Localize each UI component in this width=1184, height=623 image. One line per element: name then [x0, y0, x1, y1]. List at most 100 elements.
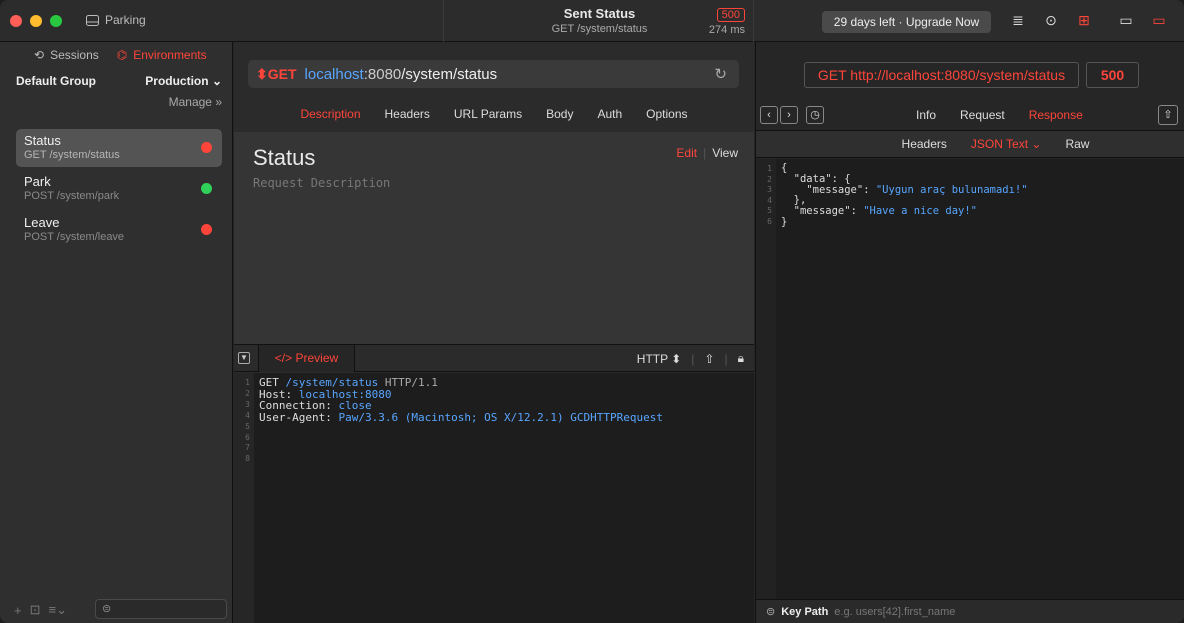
- format-label: HTTP: [636, 351, 668, 366]
- tab-url-params[interactable]: URL Params: [454, 107, 522, 121]
- minimize-window-button[interactable]: [30, 15, 42, 27]
- url-host: localhost: [304, 65, 364, 83]
- environment-select[interactable]: Production ⌄: [145, 74, 222, 88]
- request-name: Park: [24, 174, 51, 189]
- titlebar: Parking Sent Status GET /system/status 5…: [0, 0, 1184, 42]
- subtab-json-text[interactable]: JSON Text ⌄: [971, 131, 1042, 157]
- method-select[interactable]: ⬍GET: [256, 66, 297, 83]
- tab-headers[interactable]: Headers: [385, 107, 430, 121]
- description-placeholder[interactable]: Request Description: [253, 176, 390, 190]
- window-title: Parking: [105, 13, 146, 27]
- response-panel: GET http://localhost:8080/system/status …: [755, 42, 1184, 623]
- share-icon[interactable]: ⇧: [704, 352, 714, 366]
- description-panel: Status Request Description Edit | View: [234, 132, 754, 344]
- key-path-placeholder: e.g. users[42].first_name: [834, 605, 956, 618]
- document-icon: [86, 14, 99, 26]
- clock-icon[interactable]: ◷: [806, 106, 824, 124]
- filter-input[interactable]: ⊜: [95, 599, 227, 619]
- tab-preview[interactable]: </> Preview: [258, 345, 355, 372]
- upgrade-button[interactable]: 29 days left · Upgrade Now: [822, 11, 991, 33]
- tab-body[interactable]: Body: [546, 107, 573, 121]
- subtab-raw[interactable]: Raw: [1065, 131, 1089, 157]
- subtab-json-text-label: JSON Text: [970, 137, 1029, 151]
- request-path: POST /system/park: [24, 190, 120, 202]
- request-path: POST /system/leave: [24, 231, 125, 243]
- filter-icon: ⊜: [766, 606, 776, 618]
- response-tabs: Info Request Response: [916, 108, 1083, 122]
- add-icon[interactable]: +: [14, 603, 22, 618]
- response-status-code: 500: [1086, 62, 1139, 88]
- request-item-park[interactable]: Park POST /system/park: [16, 170, 222, 208]
- subtab-headers[interactable]: Headers: [902, 131, 947, 157]
- collapse-icon[interactable]: ▼: [238, 352, 250, 364]
- request-tabs: Description Headers URL Params Body Auth…: [234, 107, 754, 121]
- edit-button[interactable]: Edit: [676, 146, 697, 160]
- sidebar-tabs: ⟲ Sessions ⌬ Environments: [34, 48, 207, 62]
- tab-environments[interactable]: ⌬ Environments: [117, 48, 207, 62]
- preview-label: Preview: [295, 351, 339, 365]
- raw-request-view: 12345678 GET /system/status HTTP/1.1 Hos…: [234, 373, 754, 623]
- tab-request[interactable]: Request: [960, 108, 1005, 122]
- tab-sessions[interactable]: ⟲ Sessions: [34, 48, 99, 62]
- preview-toolbar: ▼ </> Preview HTTP ⬍ | ⇧ | 🔒︎: [234, 344, 754, 372]
- document-title: Parking: [86, 13, 146, 27]
- status-dot-icon: [201, 183, 212, 194]
- reload-icon[interactable]: ↻: [714, 65, 727, 83]
- key-path-label: Key Path: [781, 605, 829, 618]
- history-icon: ⟲: [34, 48, 45, 62]
- environment-value: Production: [145, 74, 209, 88]
- close-window-button[interactable]: [10, 15, 22, 27]
- status-dot-icon: [201, 224, 212, 235]
- toggle-bottom-panel-icon[interactable]: ▭: [1149, 12, 1169, 30]
- filter-icon: ⊜: [102, 603, 112, 615]
- app-window: Parking Sent Status GET /system/status 5…: [0, 0, 1184, 623]
- json-string: "Have a nice day!": [863, 205, 978, 218]
- share-window-icon[interactable]: ⊞: [1074, 12, 1094, 30]
- format-select[interactable]: HTTP ⬍: [637, 352, 682, 366]
- request-title: Status: [253, 145, 316, 170]
- json-key: "message": [793, 205, 851, 218]
- key-path-input[interactable]: ⊜ Key Path e.g. users[42].first_name: [756, 599, 1184, 623]
- manage-button[interactable]: Manage »: [169, 95, 222, 109]
- request-item-leave[interactable]: Leave POST /system/leave: [16, 211, 222, 249]
- lock-icon[interactable]: 🔒︎: [738, 351, 744, 366]
- tab-response[interactable]: Response: [1029, 108, 1083, 122]
- view-button[interactable]: View: [712, 146, 738, 160]
- url-bar[interactable]: ⬍GET localhost:8080/system/status ↻: [248, 60, 739, 88]
- elapsed-time: 274 ms: [708, 24, 745, 36]
- zoom-window-button[interactable]: [50, 15, 62, 27]
- cloud-icon[interactable]: ⊙: [1041, 12, 1061, 30]
- method-label: GET: [267, 65, 297, 82]
- history-nav: ‹ › ◷: [760, 106, 824, 124]
- edit-view-toggle: Edit | View: [676, 146, 738, 160]
- url-port: :8080: [363, 65, 402, 83]
- request-name: Status: [24, 133, 61, 148]
- toggle-sidebar-icon[interactable]: ▭: [1116, 12, 1136, 30]
- sidebar: ⟲ Sessions ⌬ Environments Default Group …: [0, 42, 233, 623]
- environment-group: Default Group: [16, 74, 96, 88]
- url-path: /system/status: [401, 65, 498, 83]
- tab-auth[interactable]: Auth: [597, 107, 622, 121]
- request-item-status[interactable]: Status GET /system/status: [16, 129, 222, 167]
- back-icon[interactable]: ‹: [760, 106, 778, 124]
- tab-description[interactable]: Description: [300, 107, 360, 121]
- json-lines: { "data": { "message": "Uygun araç bulun…: [781, 162, 1028, 228]
- json-response-view: 123456 { "data": { "message": "Uygun ara…: [756, 159, 1184, 599]
- raw-user-agent-key: User-Agent:: [259, 410, 332, 424]
- response-url: GET http://localhost:8080/system/status: [804, 62, 1079, 88]
- export-response-icon[interactable]: ⇧: [1158, 105, 1178, 125]
- tab-info[interactable]: Info: [916, 108, 936, 122]
- tab-options[interactable]: Options: [646, 107, 687, 121]
- raw-request-lines: GET /system/status HTTP/1.1 Host: localh…: [259, 377, 663, 423]
- sent-status-label: Sent Status: [563, 6, 636, 21]
- sort-icon[interactable]: ≡⌄: [49, 602, 67, 618]
- add-group-icon[interactable]: ⊡: [30, 602, 41, 618]
- status-dot-icon: [201, 142, 212, 153]
- line-numbers: 123456: [756, 159, 776, 599]
- sent-status-panel: Sent Status GET /system/status 500 274 m…: [443, 0, 754, 42]
- environments-icon: ⌬: [116, 48, 128, 62]
- forward-icon[interactable]: ›: [780, 106, 798, 124]
- request-name: Leave: [24, 215, 60, 230]
- tab-sessions-label: Sessions: [50, 48, 99, 62]
- export-icon[interactable]: ≣: [1008, 12, 1028, 30]
